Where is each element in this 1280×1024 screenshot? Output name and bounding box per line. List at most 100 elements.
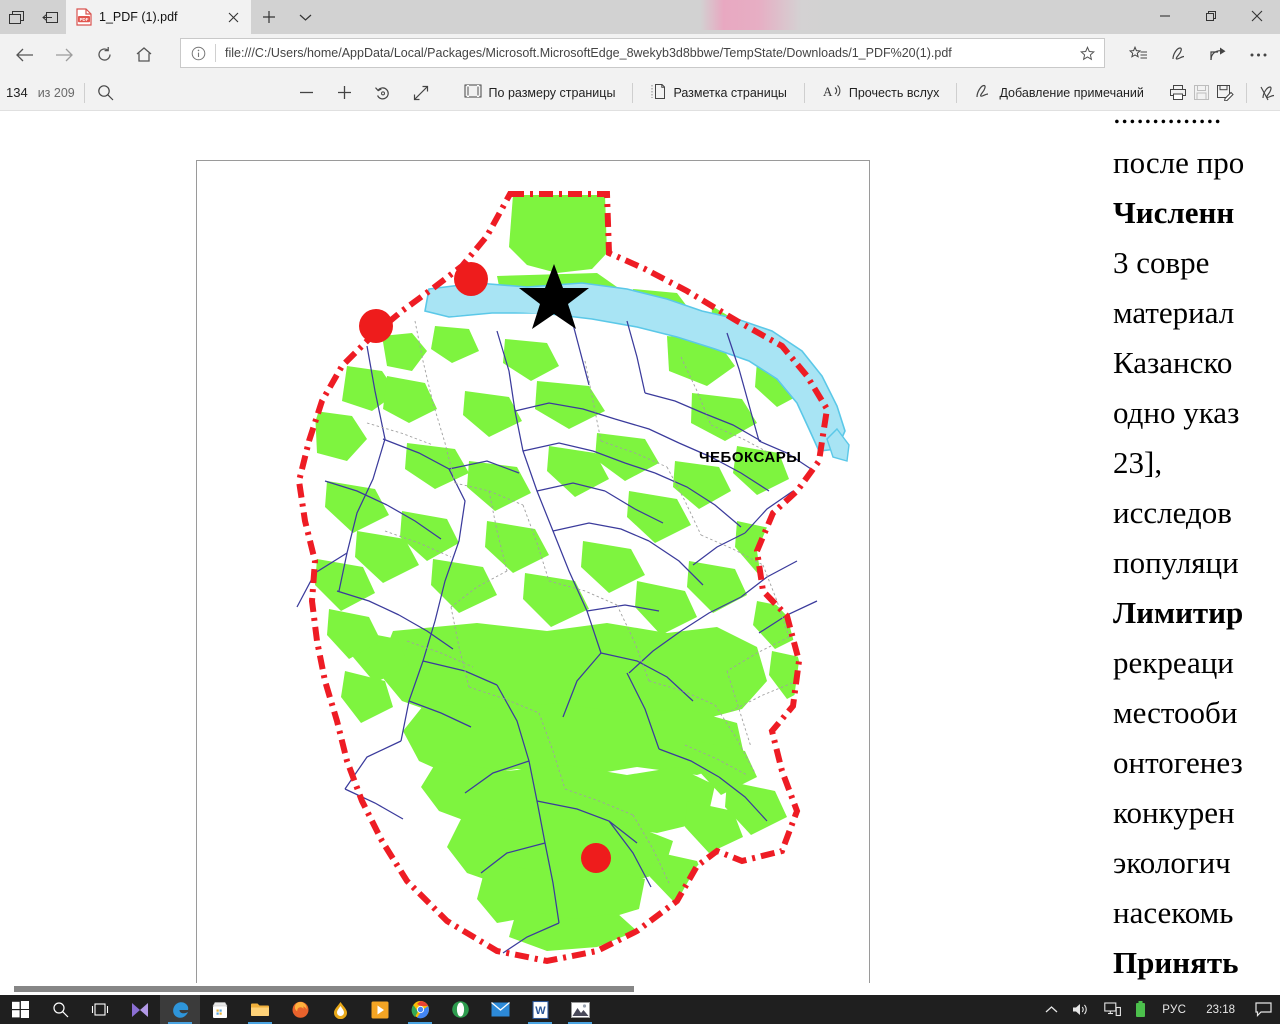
pdf-text-line: Принять: [1113, 945, 1239, 980]
microsoft-store-icon[interactable]: [200, 995, 240, 1024]
restore-icon[interactable]: [1188, 0, 1234, 32]
tabs-set-aside-icon[interactable]: [33, 0, 66, 34]
record-marker: [454, 262, 488, 296]
toolbar-divider: [803, 82, 805, 103]
print-icon[interactable]: [1166, 78, 1190, 108]
add-notes-label: Добавление примечаний: [999, 85, 1144, 100]
expand-diagonal-icon[interactable]: [402, 78, 440, 108]
water-drop-icon[interactable]: [320, 995, 360, 1024]
fit-page-button[interactable]: По размеру страницы: [456, 78, 624, 108]
page-layout-icon: [650, 83, 666, 103]
pdf-text-line: одно указ: [1113, 395, 1240, 430]
page-layout-label: Разметка страницы: [673, 85, 787, 100]
scrollbar-thumb[interactable]: [14, 986, 634, 992]
info-circle-icon[interactable]: [181, 46, 215, 61]
read-aloud-label: Прочесть вслух: [848, 85, 940, 100]
tabbar-artifact: [700, 0, 830, 30]
language-indicator[interactable]: РУС: [1153, 995, 1195, 1024]
horizontal-scrollbar[interactable]: [0, 983, 1280, 995]
page-layout-button[interactable]: Разметка страницы: [642, 78, 794, 108]
browser-tab-bar: PDF 1_PDF (1).pdf: [0, 0, 1280, 34]
arrow-left-icon[interactable]: [4, 34, 44, 75]
action-center-icon[interactable]: [1246, 995, 1280, 1024]
record-marker: [359, 309, 393, 343]
battery-icon[interactable]: [1128, 995, 1153, 1024]
pdf-text-line: Численн: [1113, 195, 1235, 230]
pdf-text-line: онтогенез: [1113, 745, 1243, 780]
read-aloud-icon: A: [822, 83, 842, 103]
pdf-text-line: экологич: [1113, 845, 1231, 880]
toolbar-divider: [956, 82, 958, 103]
tab-preview-icon[interactable]: [0, 0, 33, 34]
pdf-page: ЧЕБОКСАРЫ .............. после про Численн…: [0, 112, 1280, 995]
pdf-text-line: местооби: [1113, 695, 1238, 730]
add-notes-button[interactable]: Добавление примечаний: [966, 78, 1151, 108]
pdf-text-line: Казанско: [1113, 345, 1233, 380]
pdf-text-line: после про: [1113, 145, 1245, 180]
toolbar-divider: [1246, 82, 1248, 103]
pdf-viewer-content[interactable]: ЧЕБОКСАРЫ .............. после про Численн…: [0, 112, 1280, 995]
window-controls: [1142, 0, 1280, 32]
record-marker: [581, 843, 611, 873]
rotate-icon[interactable]: [364, 78, 402, 108]
photos-icon[interactable]: [560, 995, 600, 1024]
arrow-right-icon[interactable]: [44, 34, 84, 75]
search-icon[interactable]: [94, 78, 118, 108]
close-icon[interactable]: [1234, 0, 1280, 32]
minimize-icon[interactable]: [1142, 0, 1188, 32]
pdf-text-line: рекреаци: [1113, 645, 1234, 680]
favorites-hub-icon[interactable]: [1118, 34, 1158, 75]
star-outline-icon[interactable]: [1070, 45, 1104, 61]
city-label: ЧЕБОКСАРЫ: [699, 449, 802, 466]
save-as-icon[interactable]: [1213, 78, 1237, 108]
fit-page-icon: [464, 84, 482, 101]
chevron-down-icon[interactable]: [287, 0, 323, 34]
zoom-in-button[interactable]: [326, 78, 364, 108]
mail-icon[interactable]: [480, 995, 520, 1024]
pdf-text-line: конкурен: [1113, 795, 1235, 830]
page-number-input[interactable]: 134: [6, 81, 28, 105]
word-icon[interactable]: W: [520, 995, 560, 1024]
opera-gx-icon[interactable]: [440, 995, 480, 1024]
search-icon[interactable]: [40, 995, 80, 1024]
clock[interactable]: 23:18: [1195, 995, 1246, 1024]
close-icon[interactable]: [221, 5, 245, 29]
map-graphic: [197, 161, 869, 989]
pdf-file-icon: PDF: [76, 8, 92, 26]
pdf-text-line: 3 совре: [1113, 245, 1210, 280]
pdf-text-line: исследов: [1113, 495, 1232, 530]
file-explorer-icon[interactable]: [240, 995, 280, 1024]
web-note-icon[interactable]: [1158, 34, 1198, 75]
home-icon[interactable]: [124, 34, 164, 75]
speaker-icon[interactable]: [1065, 995, 1097, 1024]
read-aloud-button[interactable]: A Прочесть вслух: [814, 78, 948, 108]
reload-icon[interactable]: [84, 34, 124, 75]
pdf-text-line: материал: [1113, 295, 1235, 330]
toolbar-divider: [632, 82, 634, 103]
more-ellipsis-icon[interactable]: [1238, 34, 1278, 75]
task-view-icon[interactable]: [80, 995, 120, 1024]
media-player-icon[interactable]: [360, 995, 400, 1024]
start-button[interactable]: [0, 995, 40, 1024]
add-notes-icon: [974, 83, 992, 103]
browser-tab[interactable]: PDF 1_PDF (1).pdf: [66, 0, 251, 34]
save-icon[interactable]: [1190, 78, 1214, 108]
pdf-text-line: популяци: [1113, 545, 1239, 580]
system-tray: РУС 23:18: [1038, 995, 1280, 1024]
zoom-out-button[interactable]: [288, 78, 326, 108]
pdf-toolbar: 134 из 209 По размеру страницы Разметка …: [0, 75, 1280, 111]
share-icon[interactable]: [1198, 34, 1238, 75]
movies-tv-icon[interactable]: [120, 995, 160, 1024]
chuvashia-distribution-map: ЧЕБОКСАРЫ: [196, 160, 870, 990]
new-tab-button[interactable]: [251, 0, 287, 34]
chevron-up-icon[interactable]: [1038, 995, 1065, 1024]
pdf-text-line: Лимитир: [1113, 595, 1244, 630]
address-bar[interactable]: file:///C:/Users/home/AppData/Local/Pack…: [180, 38, 1105, 68]
pdf-text-line: ..............: [1113, 112, 1222, 130]
clear-pen-icon[interactable]: [1256, 78, 1280, 108]
monitor-network-icon[interactable]: [1097, 995, 1128, 1024]
firefox-icon[interactable]: [280, 995, 320, 1024]
taskbar-app-edge[interactable]: [160, 995, 200, 1024]
toolbar-divider: [83, 82, 85, 103]
chrome-icon[interactable]: [400, 995, 440, 1024]
